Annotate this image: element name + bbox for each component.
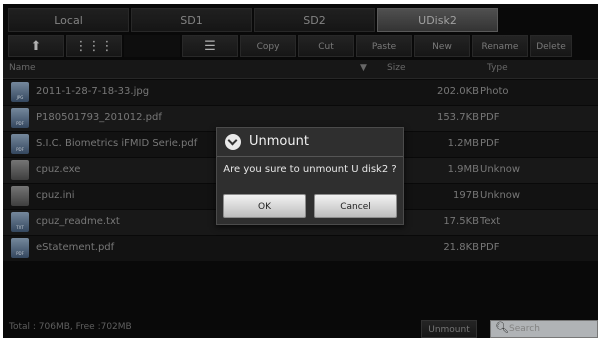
ok-button[interactable]: OK xyxy=(223,194,306,218)
dialog-actions: OK Cancel xyxy=(223,194,397,218)
dialog-header: Unmount xyxy=(217,128,403,157)
cancel-button[interactable]: Cancel xyxy=(314,194,397,218)
info-circle-icon xyxy=(225,134,241,150)
file-manager-screen: Local SD1 SD2 UDisk2 ⬆ ⋮⋮⋮ ☰ Copy Cut Pa… xyxy=(3,4,598,338)
screenshot-frame: Local SD1 SD2 UDisk2 ⬆ ⋮⋮⋮ ☰ Copy Cut Pa… xyxy=(0,0,601,342)
dialog-message: Are you sure to unmount U disk2 ? xyxy=(223,164,397,175)
dialog-title: Unmount xyxy=(249,134,309,149)
unmount-dialog: Unmount Are you sure to unmount U disk2 … xyxy=(216,127,404,225)
